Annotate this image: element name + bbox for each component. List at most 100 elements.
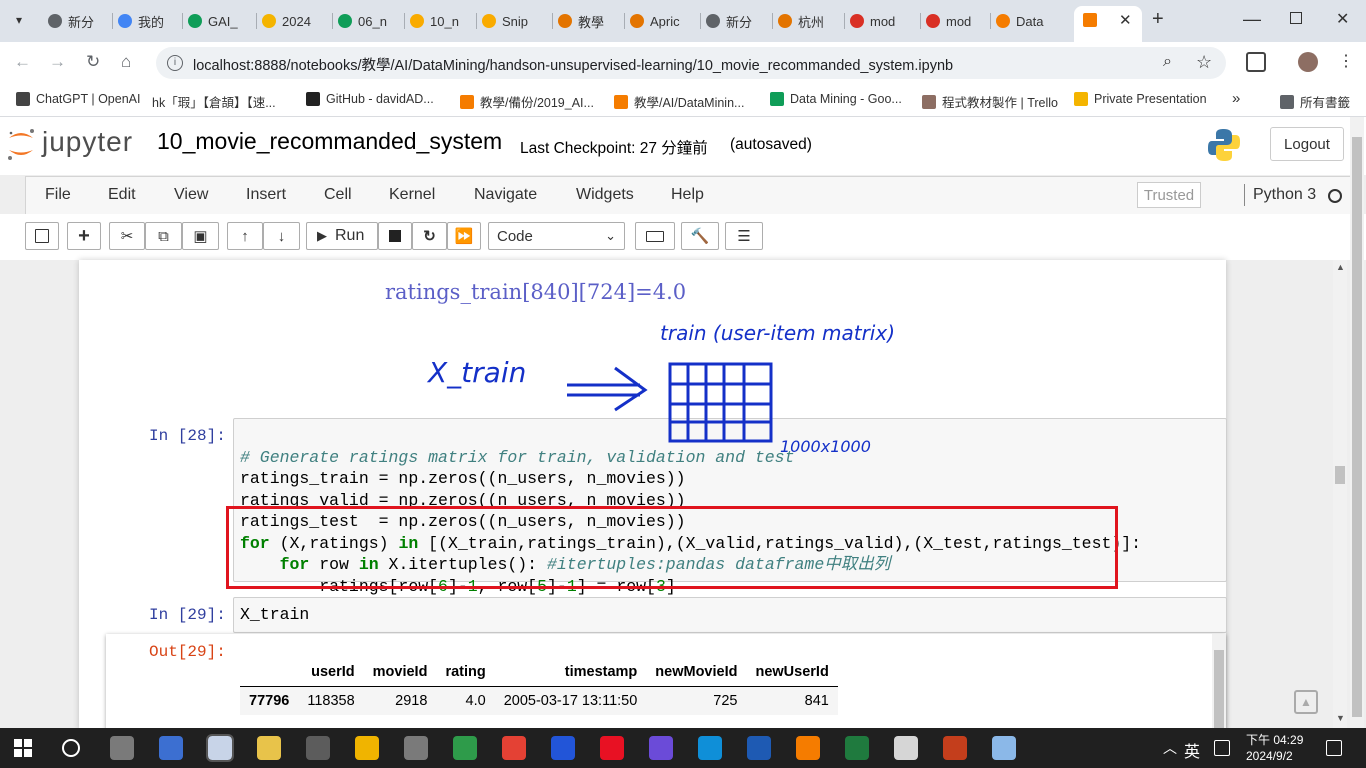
home-button[interactable]: ⌂ — [121, 52, 131, 72]
browser-tab[interactable]: 杭州 — [778, 8, 842, 34]
notebook-title[interactable]: 10_movie_recommanded_system — [157, 128, 502, 155]
restore-button[interactable] — [1290, 12, 1302, 24]
trusted-indicator[interactable]: Trusted — [1137, 182, 1201, 208]
cortana-icon[interactable] — [62, 739, 80, 757]
browser-tab[interactable]: 10_n — [410, 8, 474, 34]
active-tab-close-icon[interactable]: ✕ — [1119, 11, 1132, 29]
cell-29-code[interactable]: X_train — [240, 604, 309, 626]
browser-tab[interactable]: GAI_ — [188, 8, 252, 34]
menu-edit[interactable]: Edit — [108, 186, 136, 204]
outer-scrollbar-thumb[interactable] — [1352, 137, 1362, 717]
profile-avatar[interactable] — [1298, 52, 1318, 72]
camera-app-icon[interactable] — [306, 736, 330, 760]
browser-tab[interactable]: mod — [926, 8, 990, 34]
menu-help[interactable]: Help — [671, 186, 704, 204]
run-button[interactable]: ▶ Run — [306, 222, 378, 250]
bookmark-item[interactable]: 教學/備份/2019_AI... — [460, 92, 594, 111]
browser-tab[interactable]: Apric — [630, 8, 694, 34]
browser-tab[interactable]: mod — [850, 8, 914, 34]
insert-cell-button[interactable]: + — [67, 222, 101, 250]
toc-button[interactable]: ☰ — [725, 222, 763, 250]
move-up-button[interactable]: ↑ — [227, 222, 263, 250]
browser-menu-icon[interactable]: ⋮ — [1338, 51, 1354, 71]
excel-icon[interactable] — [845, 736, 869, 760]
bookmark-item[interactable]: GitHub - davidAD... — [306, 92, 434, 106]
paste-button[interactable]: ▣ — [182, 222, 219, 250]
task-view-icon[interactable] — [110, 736, 134, 760]
menu-navigate[interactable]: Navigate — [474, 186, 537, 204]
output-scrollbar[interactable] — [1212, 634, 1226, 730]
page-scroll-up-icon[interactable]: ▲ — [1336, 262, 1345, 272]
jupyter-app-icon[interactable] — [796, 736, 820, 760]
save-button[interactable] — [25, 222, 59, 250]
cell-type-select[interactable]: Code ⌄ — [488, 222, 625, 250]
start-button[interactable] — [14, 739, 32, 757]
clock-time[interactable]: 下午 04:29 — [1246, 731, 1303, 748]
spider-app-icon[interactable] — [894, 736, 918, 760]
opera-icon[interactable] — [600, 736, 624, 760]
jupyter-logo[interactable]: jupyter — [6, 124, 144, 164]
reload-button[interactable]: ↻ — [86, 52, 100, 72]
command-palette-button[interactable] — [635, 222, 675, 250]
bookmark-item[interactable]: ChatGPT | OpenAI — [16, 92, 140, 106]
output-scrollbar-thumb[interactable] — [1214, 650, 1224, 730]
browser-tab[interactable]: 我的 — [118, 8, 182, 34]
page-scrollbar-thumb[interactable] — [1335, 466, 1345, 484]
paint3d-icon[interactable] — [992, 736, 1016, 760]
menu-view[interactable]: View — [174, 186, 208, 204]
clock-date[interactable]: 2024/9/2 — [1246, 749, 1293, 763]
notes-app-icon[interactable] — [257, 736, 281, 760]
page-scrollbar[interactable]: ▲ ▼ — [1333, 260, 1347, 728]
sheets-app-icon[interactable] — [453, 736, 477, 760]
url-text[interactable]: localhost:8888/notebooks/教學/AI/DataMinin… — [193, 54, 953, 75]
word-icon[interactable] — [747, 736, 771, 760]
network-app-icon[interactable] — [159, 736, 183, 760]
kernel-name[interactable]: Python 3 — [1253, 186, 1316, 204]
browser-tab[interactable]: 2024 — [262, 8, 326, 34]
browser-tab[interactable]: Snip — [482, 8, 546, 34]
notification-icon[interactable] — [1326, 740, 1342, 756]
bookmark-item[interactable]: hk「瑕」【倉頡】【速... — [152, 92, 276, 111]
minimize-button[interactable]: — — [1243, 9, 1261, 30]
menu-kernel[interactable]: Kernel — [389, 186, 435, 204]
powerpoint-icon[interactable] — [943, 736, 967, 760]
edge-icon[interactable] — [698, 736, 722, 760]
bookmark-item[interactable]: Private Presentation — [1074, 92, 1207, 106]
hammer-button[interactable]: 🔨 — [681, 222, 719, 250]
restart-button[interactable]: ↻ — [412, 222, 447, 250]
outer-scrollbar[interactable] — [1350, 117, 1364, 728]
photos-app-icon[interactable] — [404, 736, 428, 760]
menu-widgets[interactable]: Widgets — [576, 186, 634, 204]
bookmarks-overflow-icon[interactable]: » — [1232, 90, 1240, 107]
browser-app-icon[interactable] — [649, 736, 673, 760]
file-explorer-icon[interactable] — [355, 736, 379, 760]
back-button[interactable]: ← — [14, 52, 31, 72]
tab-search-button[interactable]: ▾ — [8, 9, 30, 31]
bookmark-item[interactable]: Data Mining - Goo... — [770, 92, 902, 106]
close-window-button[interactable]: ✕ — [1336, 9, 1349, 29]
scroll-to-top-button[interactable]: ▲ — [1294, 690, 1318, 714]
cut-button[interactable]: ✂ — [109, 222, 145, 250]
new-tab-button[interactable]: + — [1152, 8, 1164, 31]
bookmark-item[interactable]: 教學/AI/DataMinin... — [614, 92, 744, 111]
browser-tab[interactable]: 06_n — [338, 8, 402, 34]
tray-up-chevron-icon[interactable]: ︿ — [1163, 738, 1177, 758]
paint-app-icon[interactable] — [206, 734, 234, 762]
bookmark-star-icon[interactable]: ☆ — [1196, 52, 1212, 73]
browser-tab[interactable]: Data — [996, 8, 1060, 34]
menu-file[interactable]: File — [45, 186, 71, 204]
copy-button[interactable]: ⧉ — [145, 222, 182, 250]
page-scroll-down-icon[interactable]: ▼ — [1336, 713, 1345, 723]
bookmark-item[interactable]: 程式教材製作 | Trello — [922, 92, 1058, 111]
chrome-icon[interactable] — [502, 736, 526, 760]
menu-cell[interactable]: Cell — [324, 186, 352, 204]
ime-mode-icon[interactable] — [1214, 740, 1230, 756]
cell-29[interactable] — [233, 597, 1227, 633]
zoom-icon[interactable]: ⌕ — [1163, 53, 1172, 71]
ime-indicator[interactable]: 英 — [1184, 738, 1200, 762]
webex-icon[interactable] — [551, 736, 575, 760]
move-down-button[interactable]: ↓ — [263, 222, 300, 250]
forward-button[interactable]: → — [49, 52, 66, 72]
extensions-icon[interactable] — [1246, 52, 1266, 72]
menu-insert[interactable]: Insert — [246, 186, 286, 204]
